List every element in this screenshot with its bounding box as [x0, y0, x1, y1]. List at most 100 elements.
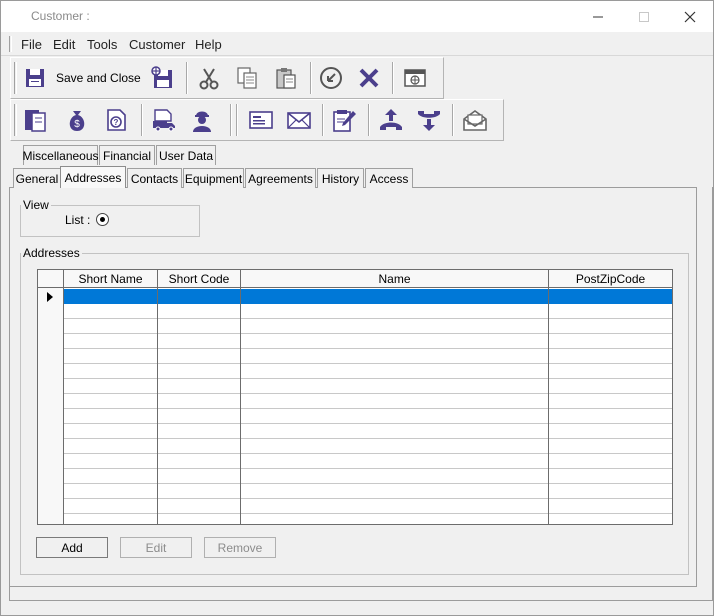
toolbar-separator — [322, 104, 324, 136]
edit-notes-button[interactable] — [327, 103, 361, 137]
view-group: View — [20, 198, 200, 237]
address-card-icon — [249, 111, 273, 129]
incoming-call-button[interactable] — [412, 103, 446, 137]
table-row[interactable] — [64, 484, 672, 499]
delete-icon — [359, 68, 379, 88]
list-radio[interactable] — [96, 213, 109, 226]
menu-edit[interactable]: Edit — [53, 37, 75, 52]
browser-window-button[interactable] — [398, 61, 432, 95]
table-row[interactable] — [64, 439, 672, 454]
tab-financial[interactable]: Financial — [99, 145, 155, 165]
table-row[interactable] — [64, 394, 672, 409]
customer-window: Customer : File Edit Tools Customer Help — [0, 0, 714, 616]
toolbar-separator — [186, 62, 188, 94]
column-header-short-code[interactable]: Short Code — [158, 270, 241, 288]
maximize-button[interactable] — [621, 1, 667, 32]
toolbar-separator — [368, 104, 370, 136]
address-card-button[interactable] — [244, 103, 278, 137]
table-row[interactable] — [64, 364, 672, 379]
tab-history[interactable]: History — [317, 168, 364, 188]
table-row[interactable] — [64, 469, 672, 484]
mail-envelope-icon — [287, 112, 311, 129]
open-envelope-button[interactable] — [458, 103, 492, 137]
paste-icon — [276, 68, 296, 89]
delivery-button[interactable] — [147, 103, 181, 137]
outgoing-call-button[interactable] — [374, 103, 408, 137]
tab-general[interactable]: General — [13, 168, 61, 188]
paste-button[interactable] — [269, 61, 303, 95]
copy-button[interactable] — [230, 61, 264, 95]
help-document-button[interactable]: ? — [99, 103, 133, 137]
minimize-icon — [593, 16, 603, 17]
menu-bar: File Edit Tools Customer Help — [1, 32, 713, 56]
toolbar-separator — [141, 104, 143, 136]
edit-notes-icon — [333, 110, 356, 132]
toolbar-separator — [230, 104, 232, 136]
grid-column-divider — [157, 288, 158, 524]
table-row[interactable] — [64, 424, 672, 439]
ledger-button[interactable] — [18, 103, 52, 137]
edit-button[interactable]: Edit — [120, 537, 192, 558]
outgoing-call-icon — [380, 109, 402, 130]
table-row[interactable] — [64, 319, 672, 334]
table-row[interactable] — [64, 499, 672, 514]
table-row[interactable] — [64, 304, 672, 319]
service-person-button[interactable] — [185, 103, 219, 137]
toolbar-separator — [310, 62, 312, 94]
column-header-name[interactable]: Name — [241, 270, 549, 288]
addresses-grid[interactable]: Short Name Short Code Name PostZipCode — [37, 269, 673, 525]
column-header-postzipcode[interactable]: PostZipCode — [549, 270, 672, 288]
tab-contacts[interactable]: Contacts — [127, 168, 182, 188]
service-person-icon — [193, 111, 211, 132]
tab-access[interactable]: Access — [365, 168, 413, 188]
toolbar-separator — [452, 104, 454, 136]
finance-button[interactable]: $ — [60, 103, 94, 137]
remove-button[interactable]: Remove — [204, 537, 276, 558]
minimize-button[interactable] — [575, 1, 621, 32]
save-and-close-label: Save and Close — [56, 71, 141, 85]
table-row[interactable] — [64, 409, 672, 424]
toolbar-grip[interactable] — [14, 62, 17, 94]
mail-button[interactable] — [282, 103, 316, 137]
menu-grip[interactable] — [9, 36, 12, 52]
tab-user-data[interactable]: User Data — [156, 145, 216, 165]
tab-addresses[interactable]: Addresses — [60, 166, 126, 188]
add-button[interactable]: Add — [36, 537, 108, 558]
cut-button[interactable] — [192, 61, 226, 95]
close-button[interactable] — [667, 1, 713, 32]
svg-text:$: $ — [74, 119, 80, 130]
tab-equipment[interactable]: Equipment — [183, 168, 244, 188]
table-row[interactable] — [64, 334, 672, 349]
current-row-pointer-icon — [47, 292, 53, 302]
save-and-close-button[interactable]: Save and Close — [18, 61, 144, 95]
table-row[interactable] — [64, 454, 672, 469]
standard-toolbar: Save and Close — [10, 57, 444, 99]
save-new-button[interactable] — [145, 61, 179, 95]
close-icon — [684, 11, 696, 22]
toolbar-separator — [236, 104, 238, 136]
tab-miscellaneous[interactable]: Miscellaneous — [22, 145, 99, 165]
open-envelope-icon — [463, 110, 487, 131]
toolbar-grip[interactable] — [14, 104, 17, 136]
copy-icon — [237, 67, 257, 89]
view-legend: View — [23, 198, 49, 212]
menu-file[interactable]: File — [21, 37, 42, 52]
delete-button[interactable] — [352, 61, 386, 95]
menu-tools[interactable]: Tools — [87, 37, 117, 52]
table-row[interactable] — [64, 289, 672, 304]
table-row[interactable] — [64, 349, 672, 364]
maximize-icon — [639, 11, 649, 22]
tab-agreements[interactable]: Agreements — [245, 168, 316, 188]
menu-help[interactable]: Help — [195, 37, 222, 52]
help-document-icon: ? — [107, 109, 126, 131]
title-bar[interactable]: Customer : — [1, 1, 713, 32]
toolbar-separator — [392, 62, 394, 94]
table-row[interactable] — [64, 379, 672, 394]
list-label: List : — [65, 213, 91, 227]
browser-window-icon — [404, 69, 426, 87]
undo-button[interactable] — [314, 61, 348, 95]
grid-column-divider — [240, 288, 241, 524]
save-new-icon — [151, 66, 172, 88]
menu-customer[interactable]: Customer — [129, 37, 185, 52]
column-header-short-name[interactable]: Short Name — [64, 270, 158, 288]
